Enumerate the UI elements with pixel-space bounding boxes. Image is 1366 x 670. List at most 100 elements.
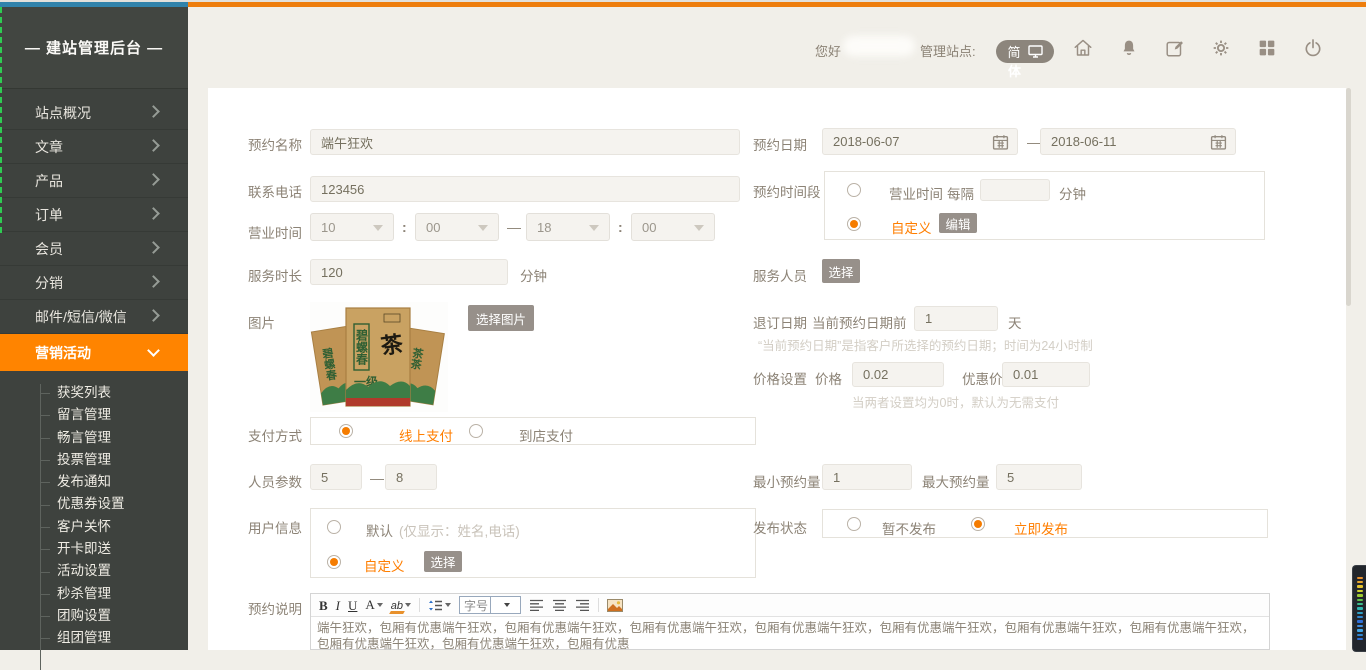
svg-text:碧螺春: 碧螺春: [355, 328, 369, 366]
toolbar-separator: [419, 598, 420, 612]
select-staff-button[interactable]: 选择: [822, 259, 860, 283]
widget-stripe: [1357, 581, 1363, 583]
people-min-input[interactable]: 5: [310, 464, 362, 490]
manage-site-label: 管理站点:: [920, 41, 976, 60]
sidebar-item[interactable]: 营销活动: [0, 334, 188, 371]
sidebar-subitem[interactable]: 发布通知: [0, 471, 188, 493]
gear-icon[interactable]: [1210, 37, 1232, 59]
apps-icon[interactable]: [1256, 37, 1278, 59]
language-badge[interactable]: 简: [996, 40, 1054, 63]
sidebar-subitem[interactable]: 畅言管理: [0, 427, 188, 449]
bell-icon[interactable]: [1118, 37, 1140, 59]
power-icon[interactable]: [1302, 37, 1324, 59]
sidebar-subitem[interactable]: 获奖列表: [0, 382, 188, 404]
calendar-icon[interactable]: [1210, 133, 1227, 150]
font-color-button[interactable]: A: [365, 596, 382, 614]
italic-button[interactable]: I: [336, 599, 340, 612]
font-size-dropdown-button[interactable]: [490, 597, 521, 613]
price-note: 当两者设置均为0时，默认为无需支付: [852, 392, 1059, 411]
sidebar-subitem[interactable]: 组团管理: [0, 627, 188, 649]
align-center-icon[interactable]: [552, 599, 567, 612]
price-input[interactable]: 0.02: [852, 362, 944, 387]
sidebar-item[interactable]: 订单: [0, 198, 188, 232]
online-payment-option[interactable]: 线上支付: [399, 425, 453, 445]
publish-now-option[interactable]: 立即发布: [1014, 518, 1068, 538]
align-left-icon[interactable]: [529, 599, 544, 612]
calendar-icon[interactable]: [992, 133, 1009, 150]
date-start-input[interactable]: 2018-06-07: [822, 128, 1018, 155]
select-fields-button[interactable]: 选择: [424, 551, 462, 572]
edit-icon[interactable]: [1164, 37, 1186, 59]
page-scrollbar[interactable]: [1346, 88, 1351, 306]
from-hour-select[interactable]: 10: [310, 213, 394, 241]
service-staff-label: 服务人员: [753, 265, 807, 285]
publish-later-option[interactable]: 暂不发布: [882, 518, 936, 538]
sidebar-subitem[interactable]: 开卡即送: [0, 538, 188, 560]
default-info-radio[interactable]: [327, 520, 341, 534]
highlight-button[interactable]: ab: [391, 596, 411, 614]
chevron-icon: [147, 139, 160, 152]
online-payment-radio[interactable]: [339, 424, 353, 438]
max-booking-input[interactable]: 5: [996, 464, 1082, 490]
discount-price-input[interactable]: 0.01: [1002, 362, 1090, 387]
offline-payment-radio[interactable]: [469, 424, 483, 438]
description-label: 预约说明: [248, 598, 302, 618]
sidebar-item-label: 站点概况: [35, 103, 91, 123]
choose-image-button[interactable]: 选择图片: [468, 305, 534, 331]
interval-unit: 分钟: [1059, 183, 1086, 203]
edit-slots-button[interactable]: 编辑: [939, 213, 977, 233]
publish-later-radio[interactable]: [847, 517, 861, 531]
sidebar-item[interactable]: 站点概况: [0, 96, 188, 130]
sidebar-header: — 建站管理后台 —: [0, 7, 188, 89]
sidebar-item[interactable]: 产品: [0, 164, 188, 198]
payment-box: 线上支付 到店支付: [310, 417, 756, 445]
editor-toolbar: B I U A ab 字号: [311, 594, 1269, 617]
to-hour-select[interactable]: 18: [526, 213, 610, 241]
from-minute-select[interactable]: 00: [415, 213, 499, 241]
sidebar-subitem[interactable]: 团购设置: [0, 605, 188, 627]
default-info-option[interactable]: 默认: [366, 520, 393, 540]
publish-now-radio[interactable]: [971, 517, 985, 531]
underline-button[interactable]: U: [348, 599, 357, 612]
sidebar-subitem[interactable]: 秒杀管理: [0, 583, 188, 605]
cancel-days-input[interactable]: 1: [914, 306, 998, 331]
sidebar-item[interactable]: 邮件/短信/微信: [0, 300, 188, 334]
language-badge-overflow: 体: [1008, 61, 1021, 80]
user-info-box: 默认 (仅显示：姓名,电话) 自定义 选择: [310, 508, 756, 578]
offline-payment-option[interactable]: 到店支付: [519, 425, 573, 445]
sidebar-item[interactable]: 文章: [0, 130, 188, 164]
reservation-name-input[interactable]: 端午狂欢: [310, 129, 740, 155]
line-spacing-button[interactable]: [428, 599, 451, 612]
custom-slot-radio[interactable]: [847, 217, 861, 231]
custom-info-option[interactable]: 自定义: [364, 555, 405, 575]
insert-image-icon[interactable]: [607, 599, 623, 612]
people-max-input[interactable]: 8: [385, 464, 437, 490]
editor-content[interactable]: 端午狂欢，包厢有优惠端午狂欢，包厢有优惠端午狂欢，包厢有优惠端午狂欢，包厢有优惠…: [311, 617, 1269, 655]
bold-button[interactable]: B: [319, 599, 328, 612]
home-icon[interactable]: [1072, 37, 1094, 59]
date-end-input[interactable]: 2018-06-11: [1040, 128, 1236, 155]
sidebar-subitem[interactable]: 留言管理: [0, 404, 188, 426]
widget-stripe: [1357, 603, 1363, 605]
sidebar-item[interactable]: 会员: [0, 232, 188, 266]
business-hours-radio[interactable]: [847, 183, 861, 197]
widget-stripe: [1357, 590, 1363, 592]
align-right-icon[interactable]: [575, 599, 590, 612]
sidebar-item[interactable]: 分销: [0, 266, 188, 300]
contact-phone-input[interactable]: 123456: [310, 176, 740, 202]
sidebar-subitem[interactable]: 优惠券设置: [0, 493, 188, 515]
sidebar-subitem[interactable]: 活动设置: [0, 560, 188, 582]
edge-widget[interactable]: [1352, 565, 1366, 652]
font-size-select[interactable]: 字号: [459, 596, 521, 614]
interval-input[interactable]: [980, 179, 1050, 201]
widget-stripe: [1357, 634, 1363, 636]
price-label: 价格: [815, 368, 842, 388]
sidebar-subitem[interactable]: 投票管理: [0, 449, 188, 471]
service-duration-input[interactable]: 120: [310, 259, 508, 285]
min-booking-input[interactable]: 1: [822, 464, 912, 490]
to-minute-select[interactable]: 00: [631, 213, 715, 241]
custom-slot-option[interactable]: 自定义: [891, 217, 932, 237]
custom-info-radio[interactable]: [327, 555, 341, 569]
sidebar-subitem[interactable]: 客户关怀: [0, 516, 188, 538]
interval-label: 每隔: [947, 183, 974, 203]
